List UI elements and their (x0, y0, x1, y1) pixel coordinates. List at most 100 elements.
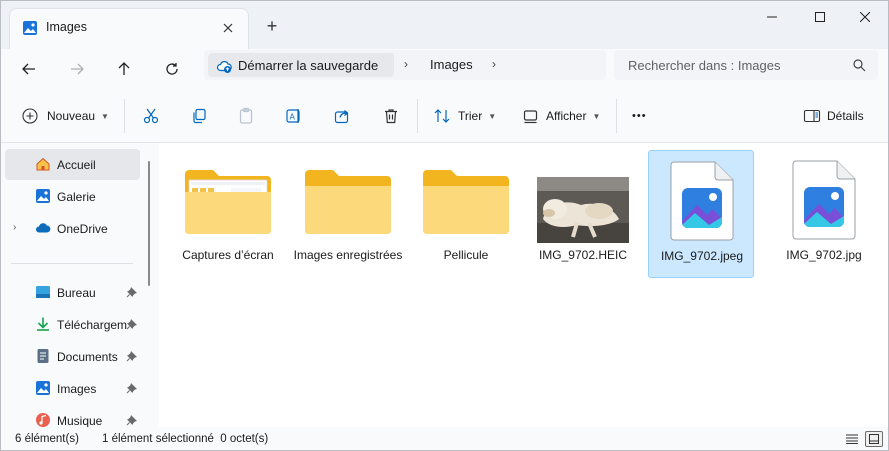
chevron-right-icon[interactable]: › (492, 57, 496, 71)
file-name: Images enregistrées (293, 248, 403, 262)
share-button[interactable] (333, 103, 351, 129)
share-icon (334, 110, 349, 124)
plus-circle-icon (22, 108, 38, 124)
folder-icon (423, 170, 509, 234)
file-item-heic-photo[interactable]: IMG_9702.HEIC (530, 150, 636, 278)
home-icon (36, 157, 50, 171)
pin-icon[interactable] (126, 286, 138, 298)
paste-button[interactable] (237, 103, 255, 129)
pin-icon[interactable] (126, 318, 138, 330)
selection-info: 1 élément sélectionné 0 octet(s) (102, 433, 269, 445)
sidebar-scrollbar[interactable] (148, 161, 150, 286)
pin-icon[interactable] (126, 414, 138, 426)
details-pane-icon (803, 109, 821, 123)
details-label: Détails (827, 109, 864, 123)
trash-icon (385, 109, 397, 124)
sidebar-item-label: OneDrive (57, 222, 108, 236)
sidebar-item-label: Accueil (57, 158, 96, 172)
copy-button[interactable] (190, 103, 208, 129)
status-bar: 6 élément(s) 1 élément sélectionné 0 oct… (1, 427, 888, 450)
divider (616, 99, 617, 133)
sidebar-item-label: Images (57, 382, 97, 396)
list-view-icon (846, 434, 858, 444)
sidebar-item-pictures[interactable]: Images (5, 373, 140, 404)
chevron-down-icon: ▼ (101, 111, 109, 121)
search-placeholder: Rechercher dans : Images (628, 58, 781, 73)
file-name: IMG_9702.jpeg (660, 249, 744, 263)
photo-thumbnail (537, 177, 629, 243)
refresh-icon (166, 63, 178, 75)
file-item-saved-images-folder[interactable]: Images enregistrées (294, 150, 402, 278)
document-icon (37, 349, 49, 363)
new-button[interactable]: Nouveau ▼ (21, 103, 109, 129)
tab-images[interactable]: Images (9, 8, 249, 49)
sort-label: Trier (458, 109, 483, 123)
download-icon (37, 317, 49, 331)
chevron-right-icon[interactable]: › (13, 222, 16, 233)
minimize-button[interactable] (749, 1, 795, 33)
sidebar-item-label: Téléchargements (57, 318, 127, 332)
file-name: Pellicule (443, 248, 489, 262)
view-button[interactable]: Afficher ▼ (522, 103, 600, 129)
file-item-jpg[interactable]: IMG_9702.jpg (771, 150, 877, 278)
arrow-right-icon (71, 63, 84, 75)
sidebar-item-gallery[interactable]: Galerie (5, 181, 140, 212)
details-view-button[interactable] (843, 431, 861, 447)
divider (124, 99, 125, 133)
breadcrumb-backup-label: Démarrer la sauvegarde (238, 58, 379, 73)
maximize-button[interactable] (797, 1, 843, 33)
more-options-button[interactable]: ••• (632, 103, 647, 129)
details-button[interactable]: Détails (803, 103, 864, 129)
address-row: Démarrer la sauvegarde › Images › Recher… (1, 49, 888, 89)
chevron-right-icon[interactable]: › (404, 57, 408, 71)
sidebar-item-documents[interactable]: Documents (5, 341, 140, 372)
tab-title: Images (46, 20, 87, 34)
sidebar-item-label: Documents (57, 350, 118, 364)
close-tab-icon[interactable] (216, 16, 240, 40)
up-button[interactable] (108, 53, 140, 85)
svg-text:A: A (290, 113, 296, 122)
scissors-icon (143, 108, 159, 124)
sidebar-item-desktop[interactable]: Bureau (5, 277, 140, 308)
file-item-jpeg-selected[interactable]: IMG_9702.jpeg (648, 150, 754, 278)
pin-icon[interactable] (126, 350, 138, 362)
file-explorer-window: Images + Démarrer la sauvegarde › Images… (0, 0, 889, 451)
forward-button[interactable] (61, 53, 93, 85)
chevron-down-icon: ▼ (488, 111, 497, 121)
sidebar-item-onedrive[interactable]: › OneDrive (5, 213, 140, 244)
file-name: Captures d’écran (182, 248, 274, 262)
sidebar-item-label: Galerie (57, 190, 96, 204)
pin-icon[interactable] (126, 382, 138, 394)
close-window-button[interactable] (842, 1, 888, 33)
gallery-icon (36, 189, 50, 203)
rename-button[interactable]: A (285, 103, 303, 129)
back-button[interactable] (13, 53, 45, 85)
file-item-camera-roll-folder[interactable]: Pellicule (413, 150, 519, 278)
sort-button[interactable]: Trier ▼ (433, 103, 496, 129)
refresh-button[interactable] (156, 53, 188, 85)
search-input[interactable]: Rechercher dans : Images (614, 50, 878, 80)
pictures-icon (23, 21, 37, 35)
breadcrumb-backup[interactable]: Démarrer la sauvegarde (208, 53, 394, 77)
command-bar: Nouveau ▼ A Trier ▼ Afficher ▼ ••• Détai… (1, 89, 888, 143)
delete-button[interactable] (382, 103, 400, 129)
music-icon (36, 413, 50, 427)
file-list: Captures d’écran Images enregistrées Pel… (159, 143, 888, 427)
address-bar[interactable]: Démarrer la sauvegarde › Images › (204, 50, 606, 80)
breadcrumb-images[interactable]: Images (430, 57, 473, 72)
image-file-icon (792, 160, 856, 240)
new-tab-button[interactable]: + (260, 14, 284, 38)
cloud-icon (36, 223, 51, 233)
large-icons-view-button[interactable] (865, 431, 883, 447)
cut-button[interactable] (142, 103, 160, 129)
sidebar-item-home[interactable]: Accueil (5, 149, 140, 180)
arrow-up-icon (118, 62, 130, 75)
sidebar-item-label: Musique (57, 414, 103, 428)
search-icon (853, 59, 866, 72)
tab-strip: Images + (1, 1, 888, 49)
sidebar-divider (11, 263, 133, 264)
arrow-left-icon (22, 63, 35, 75)
sidebar-item-downloads[interactable]: Téléchargements (5, 309, 140, 340)
file-item-screenshots-folder[interactable]: Captures d’écran (175, 150, 281, 278)
copy-icon (193, 108, 206, 124)
